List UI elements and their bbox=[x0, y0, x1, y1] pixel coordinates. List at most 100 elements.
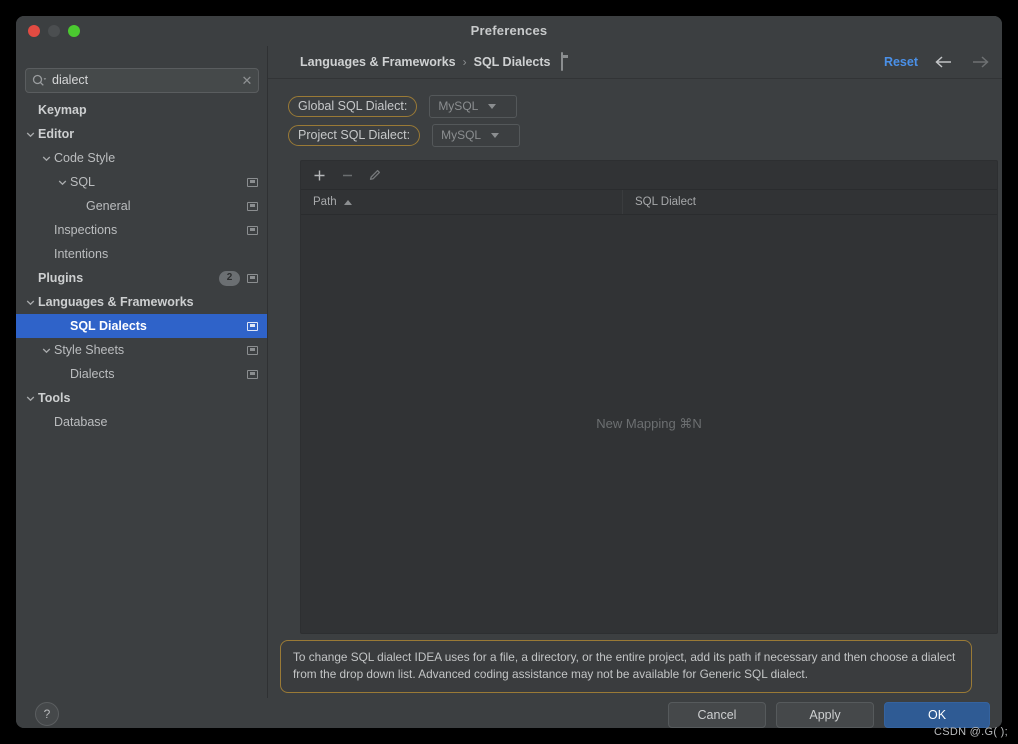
sidebar-item-adornments bbox=[247, 362, 258, 386]
sidebar-item-adornments bbox=[247, 170, 258, 194]
sidebar-item-languages-frameworks[interactable]: Languages & Frameworks bbox=[16, 290, 267, 314]
sidebar-item-label: Tools bbox=[38, 391, 71, 405]
mappings-panel: Path SQL Dialect New Mapping ⌘N bbox=[300, 160, 998, 634]
sidebar-item-label: SQL Dialects bbox=[70, 319, 147, 333]
sidebar-item-style-sheets[interactable]: Style Sheets bbox=[16, 338, 267, 362]
project-dialect-row: Project SQL Dialect: MySQL bbox=[288, 123, 521, 147]
title-bar: Preferences bbox=[16, 16, 1002, 47]
window-icon bbox=[247, 273, 258, 283]
sidebar-item-label: Inspections bbox=[54, 223, 118, 237]
add-mapping-button[interactable] bbox=[307, 164, 331, 186]
sidebar-item-database[interactable]: Database bbox=[16, 410, 267, 434]
column-header-sql-dialect-label: SQL Dialect bbox=[635, 196, 696, 208]
mappings-empty-label: New Mapping ⌘N bbox=[596, 416, 702, 431]
sidebar-item-adornments bbox=[247, 194, 258, 218]
window-icon bbox=[560, 52, 563, 71]
project-dialect-label: Project SQL Dialect: bbox=[288, 124, 421, 146]
sidebar-item-code-style[interactable]: Code Style bbox=[16, 146, 267, 170]
sidebar-item-adornments bbox=[247, 338, 258, 362]
reset-button[interactable]: Reset bbox=[884, 55, 918, 69]
sidebar-item-label: Code Style bbox=[54, 151, 116, 165]
breadcrumb-parent[interactable]: Languages & Frameworks bbox=[300, 55, 456, 69]
window-icon bbox=[247, 201, 258, 211]
chevron-down-icon[interactable] bbox=[40, 344, 52, 356]
header-actions: Reset bbox=[884, 46, 990, 78]
sidebar-item-label: Dialects bbox=[70, 367, 115, 381]
watermark: CSDN @.G( ); bbox=[933, 726, 1008, 738]
sidebar-item-keymap[interactable]: Keymap bbox=[16, 98, 267, 122]
search-icon bbox=[26, 70, 52, 91]
window-icon bbox=[247, 345, 258, 355]
breadcrumb-current: SQL Dialects bbox=[473, 55, 551, 69]
mappings-table-header: Path SQL Dialect bbox=[301, 190, 997, 215]
mappings-toolbar bbox=[301, 161, 997, 190]
global-dialect-value: MySQL bbox=[438, 99, 479, 113]
sidebar-item-editor[interactable]: Editor bbox=[16, 122, 267, 146]
search-field[interactable]: dialect ✕ bbox=[25, 68, 259, 93]
sidebar-item-adornments bbox=[247, 218, 258, 242]
sidebar-item-adornments bbox=[247, 314, 258, 338]
sidebar-item-label: Plugins bbox=[38, 271, 84, 285]
sidebar-item-label: Intentions bbox=[54, 247, 109, 261]
sidebar-item-intentions[interactable]: Intentions bbox=[16, 242, 267, 266]
sidebar-item-label: Keymap bbox=[38, 103, 87, 117]
edit-mapping-button[interactable] bbox=[363, 164, 387, 186]
project-dialect-value: MySQL bbox=[441, 128, 482, 142]
sidebar-item-plugins[interactable]: Plugins 2 bbox=[16, 266, 267, 290]
settings-sidebar: dialect ✕ Keymap Editor Code Style SQL Gener… bbox=[16, 46, 268, 698]
remove-mapping-button[interactable] bbox=[335, 164, 359, 186]
chevron-down-icon[interactable] bbox=[24, 392, 36, 404]
dialog-footer: ? Cancel Apply OK bbox=[16, 698, 1002, 728]
settings-tree: Keymap Editor Code Style SQL General Inspecti… bbox=[16, 98, 267, 434]
arrow-right-icon[interactable] bbox=[970, 55, 990, 69]
sidebar-item-tools[interactable]: Tools bbox=[16, 386, 267, 410]
sidebar-item-label: Languages & Frameworks bbox=[38, 295, 194, 309]
apply-button[interactable]: Apply bbox=[776, 702, 874, 728]
sidebar-item-inspections[interactable]: Inspections bbox=[16, 218, 267, 242]
search-clear-icon[interactable]: ✕ bbox=[236, 70, 258, 91]
global-dialect-dropdown[interactable]: MySQL bbox=[429, 94, 518, 118]
chevron-down-icon[interactable] bbox=[24, 296, 36, 308]
window-title: Preferences bbox=[470, 23, 548, 38]
sort-ascending-icon bbox=[343, 199, 352, 205]
search-input[interactable]: dialect bbox=[52, 70, 236, 91]
arrow-left-icon[interactable] bbox=[934, 55, 954, 69]
global-dialect-label: Global SQL Dialect: bbox=[288, 95, 418, 117]
info-banner-text: To change SQL dialect IDEA uses for a fi… bbox=[293, 650, 956, 681]
window-body: dialect ✕ Keymap Editor Code Style SQL Gener… bbox=[16, 46, 1002, 698]
chevron-down-icon bbox=[488, 103, 497, 109]
breadcrumb-bar: Languages & Frameworks › SQL Dialects Re… bbox=[268, 46, 1002, 79]
chevron-down-icon[interactable] bbox=[56, 176, 68, 188]
chevron-down-icon bbox=[491, 132, 500, 138]
chevron-down-icon[interactable] bbox=[40, 152, 52, 164]
footer-buttons: Cancel Apply OK bbox=[668, 702, 990, 728]
sidebar-item-sql[interactable]: SQL bbox=[16, 170, 267, 194]
project-dialect-dropdown[interactable]: MySQL bbox=[432, 123, 521, 147]
sidebar-item-sql-dialects[interactable]: SQL Dialects bbox=[16, 314, 267, 338]
sidebar-item-label: General bbox=[86, 199, 131, 213]
window-icon bbox=[247, 225, 258, 235]
sidebar-item-label: Editor bbox=[38, 127, 75, 141]
global-dialect-row: Global SQL Dialect: MySQL bbox=[288, 94, 518, 118]
ok-button[interactable]: OK bbox=[884, 702, 990, 728]
window-icon bbox=[247, 321, 258, 331]
help-button[interactable]: ? bbox=[35, 702, 59, 726]
window-icon bbox=[247, 177, 258, 187]
sidebar-item-general[interactable]: General bbox=[16, 194, 267, 218]
sidebar-item-adornments: 2 bbox=[219, 266, 258, 290]
chevron-down-icon[interactable] bbox=[24, 128, 36, 140]
plugin-count-badge: 2 bbox=[219, 270, 240, 286]
cancel-button[interactable]: Cancel bbox=[668, 702, 766, 728]
screen: Preferences dialect ✕ Keymap Editor Code… bbox=[0, 0, 1018, 744]
mappings-empty-state[interactable]: New Mapping ⌘N bbox=[301, 215, 997, 633]
sidebar-item-dialects[interactable]: Dialects bbox=[16, 362, 267, 386]
window-icon bbox=[247, 369, 258, 379]
preferences-window: Preferences dialect ✕ Keymap Editor Code… bbox=[16, 16, 1002, 728]
sidebar-item-label: SQL bbox=[70, 175, 96, 189]
sidebar-item-label: Database bbox=[54, 415, 108, 429]
column-header-path[interactable]: Path bbox=[301, 190, 623, 214]
column-header-path-label: Path bbox=[313, 196, 337, 208]
breadcrumb-separator: › bbox=[462, 55, 467, 69]
info-banner: To change SQL dialect IDEA uses for a fi… bbox=[280, 640, 972, 693]
column-header-sql-dialect[interactable]: SQL Dialect bbox=[623, 190, 696, 214]
